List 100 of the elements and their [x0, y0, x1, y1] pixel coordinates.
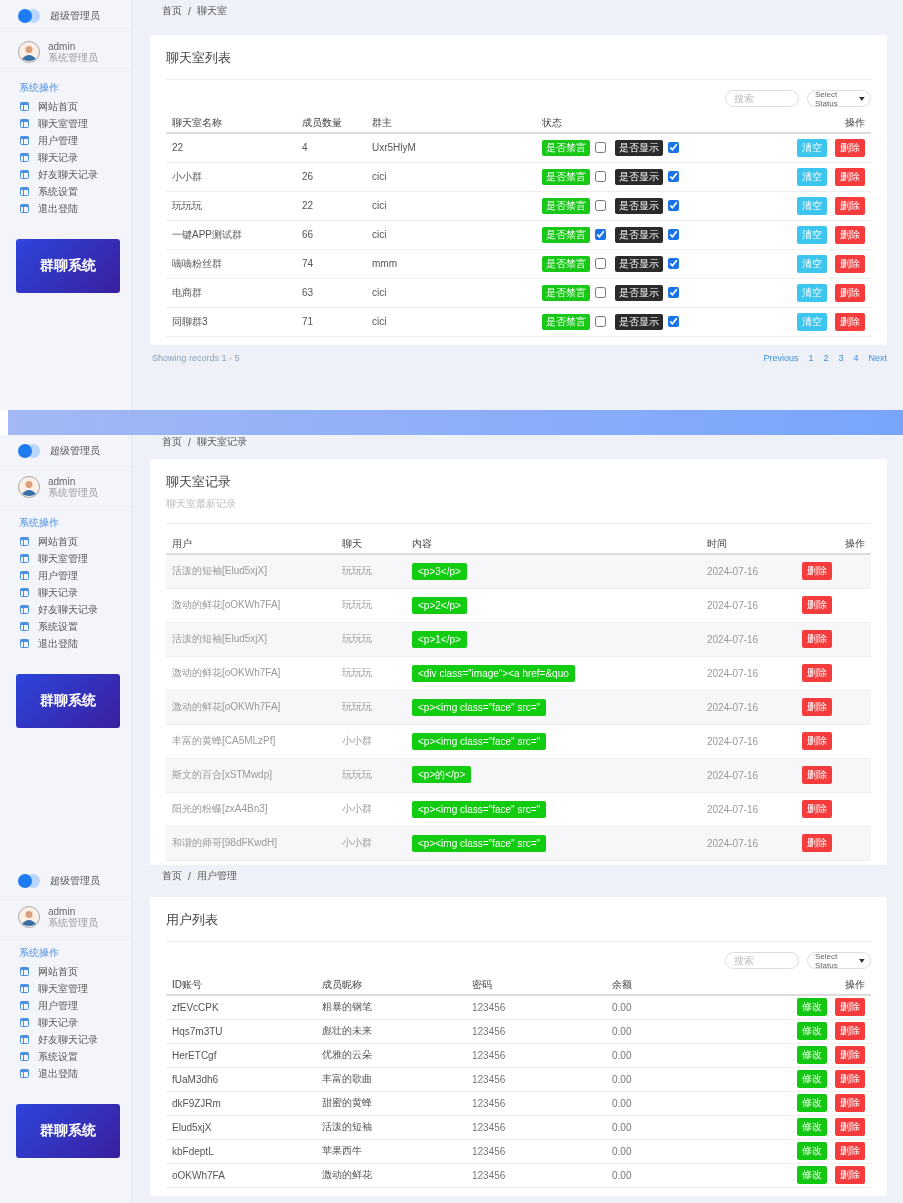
page-link[interactable]: 3: [838, 352, 844, 363]
card-title: 用户列表: [166, 911, 219, 929]
visible-checkbox[interactable]: [668, 287, 679, 298]
delete-button[interactable]: 删除: [802, 664, 832, 682]
delete-button[interactable]: 删除: [802, 766, 832, 784]
delete-button[interactable]: 删除: [835, 1070, 865, 1088]
delete-button[interactable]: 删除: [802, 596, 832, 614]
delete-button[interactable]: 删除: [802, 562, 832, 581]
table-cell: 71: [302, 316, 314, 327]
edit-button[interactable]: 修改: [797, 1094, 827, 1112]
mute-checkbox[interactable]: [595, 171, 606, 182]
sidebar-item[interactable]: 系统设置: [0, 618, 131, 635]
edit-button[interactable]: 修改: [797, 1142, 827, 1160]
clear-button[interactable]: 清空: [797, 283, 827, 302]
page-link[interactable]: 2: [823, 352, 829, 363]
breadcrumb-item[interactable]: 首页: [162, 869, 182, 883]
sidebar-item[interactable]: 好友聊天记录: [0, 1031, 131, 1048]
delete-button[interactable]: 删除: [802, 698, 832, 716]
delete-button[interactable]: 删除: [835, 312, 865, 331]
edit-button[interactable]: 修改: [797, 1166, 827, 1184]
delete-button[interactable]: 删除: [835, 1046, 865, 1064]
delete-button[interactable]: 删除: [835, 1166, 865, 1184]
mute-checkbox[interactable]: [595, 258, 606, 269]
search-field[interactable]: 搜索: [725, 952, 799, 969]
visible-checkbox[interactable]: [668, 142, 679, 154]
sidebar-item[interactable]: 聊天室管理: [0, 550, 131, 567]
clear-button[interactable]: 清空: [797, 196, 827, 215]
sidebar-item[interactable]: 系统设置: [0, 183, 131, 200]
clear-button[interactable]: 清空: [797, 138, 827, 157]
sidebar-item[interactable]: 聊天记录: [0, 1014, 131, 1031]
sidebar-item[interactable]: 好友聊天记录: [0, 601, 131, 618]
delete-button[interactable]: 删除: [802, 800, 832, 818]
delete-button[interactable]: 删除: [835, 254, 865, 273]
delete-button[interactable]: 删除: [835, 225, 865, 244]
sidebar-item[interactable]: 用户管理: [0, 132, 131, 149]
mute-label: 是否禁言: [542, 197, 590, 214]
mute-checkbox[interactable]: [595, 287, 606, 298]
visible-checkbox[interactable]: [668, 200, 679, 211]
edit-button[interactable]: 修改: [797, 1118, 827, 1136]
delete-button[interactable]: 删除: [835, 283, 865, 302]
page-link[interactable]: Next: [868, 352, 887, 363]
visible-checkbox[interactable]: [668, 316, 679, 327]
delete-button[interactable]: 删除: [835, 1118, 865, 1136]
sidebar-item[interactable]: 网站首页: [0, 533, 131, 550]
visible-checkbox[interactable]: [668, 171, 679, 182]
delete-button[interactable]: 删除: [802, 630, 832, 648]
mute-checkbox[interactable]: [595, 229, 606, 240]
user-name: admin: [48, 905, 77, 917]
page-link[interactable]: 1: [808, 352, 814, 363]
search-field[interactable]: 搜索: [725, 90, 799, 107]
delete-button[interactable]: 删除: [802, 732, 832, 750]
table-cell: 26: [302, 171, 314, 182]
mute-checkbox[interactable]: [595, 200, 606, 211]
sidebar-item[interactable]: 退出登陆: [0, 1065, 131, 1082]
window-icon: [20, 1018, 29, 1027]
sidebar-item[interactable]: 退出登陆: [0, 635, 131, 652]
delete-button[interactable]: 删除: [835, 1142, 865, 1160]
breadcrumb-item[interactable]: 首页: [162, 4, 182, 18]
delete-button[interactable]: 删除: [802, 834, 832, 852]
visible-checkbox[interactable]: [668, 258, 679, 269]
clear-button[interactable]: 清空: [797, 254, 827, 273]
sidebar-item[interactable]: 聊天记录: [0, 149, 131, 166]
delete-button[interactable]: 删除: [835, 196, 865, 215]
clear-button[interactable]: 清空: [797, 312, 827, 331]
delete-button[interactable]: 删除: [835, 1022, 865, 1040]
clear-button[interactable]: 清空: [797, 225, 827, 244]
mute-checkbox[interactable]: [595, 316, 606, 327]
sidebar-item[interactable]: 聊天室管理: [0, 115, 131, 132]
sidebar-item[interactable]: 用户管理: [0, 997, 131, 1014]
table-cell: 0.00: [612, 1121, 632, 1133]
sidebar-item[interactable]: 系统设置: [0, 1048, 131, 1065]
breadcrumb-item[interactable]: 首页: [162, 435, 182, 449]
caret-icon: [859, 96, 865, 101]
edit-button[interactable]: 修改: [797, 1070, 827, 1088]
page-link[interactable]: Previous: [763, 352, 799, 363]
sidebar-item[interactable]: 网站首页: [0, 963, 131, 980]
message-content: <p><img class="face" src=": [412, 834, 547, 852]
sidebar-item[interactable]: 好友聊天记录: [0, 166, 131, 183]
mute-checkbox[interactable]: [595, 142, 606, 154]
table-cell: 玩玩玩: [342, 565, 372, 577]
table-cell: 斯文的百合[xSTMwdp]: [172, 769, 272, 780]
edit-button[interactable]: 修改: [797, 998, 827, 1017]
visible-checkbox[interactable]: [668, 229, 679, 240]
delete-button[interactable]: 删除: [835, 1094, 865, 1112]
table-cell: 苹果西牛: [322, 1145, 362, 1156]
delete-button[interactable]: 删除: [835, 998, 865, 1017]
sidebar-item[interactable]: 用户管理: [0, 567, 131, 584]
message-content: <p>2</p>: [412, 596, 467, 614]
table-cell: 22: [302, 200, 314, 211]
sidebar-item[interactable]: 聊天室管理: [0, 980, 131, 997]
edit-button[interactable]: 修改: [797, 1022, 827, 1040]
delete-button[interactable]: 删除: [835, 167, 865, 186]
delete-button[interactable]: 删除: [835, 138, 865, 157]
sidebar-item[interactable]: 退出登陆: [0, 200, 131, 217]
sidebar-item[interactable]: 网站首页: [0, 98, 131, 115]
window-icon: [20, 571, 29, 580]
sidebar-item[interactable]: 聊天记录: [0, 584, 131, 601]
page-link[interactable]: 4: [853, 352, 859, 363]
edit-button[interactable]: 修改: [797, 1046, 827, 1064]
clear-button[interactable]: 清空: [797, 167, 827, 186]
